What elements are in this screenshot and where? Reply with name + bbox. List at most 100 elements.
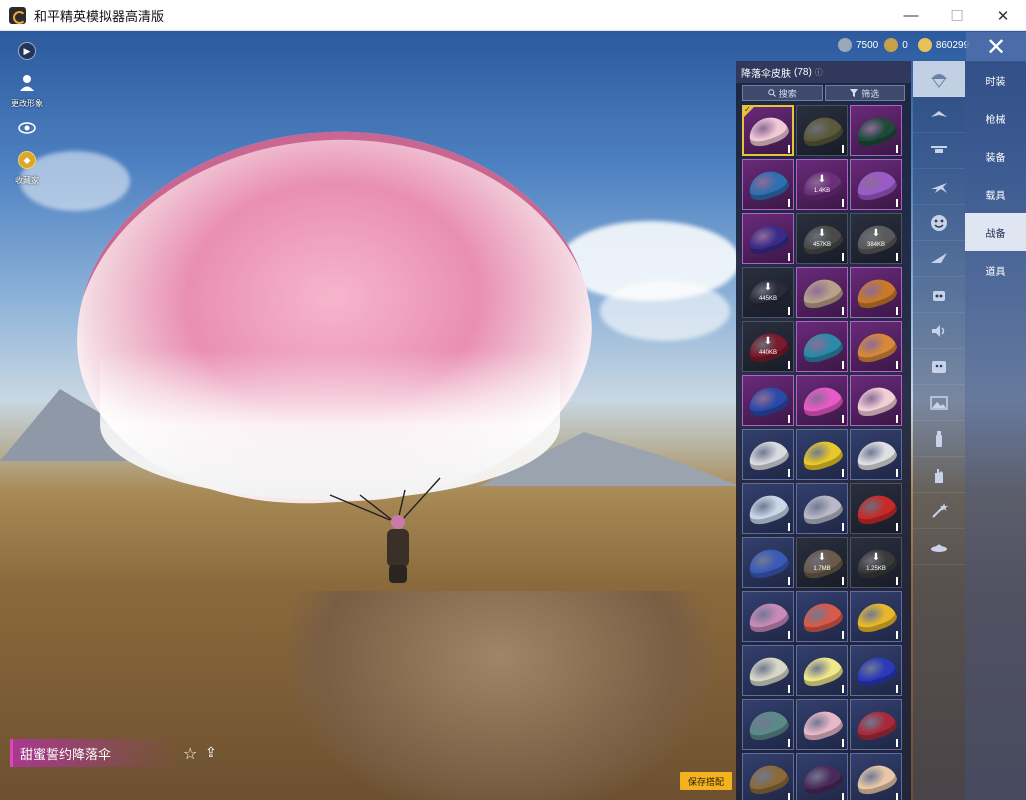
subcategory-button[interactable] (913, 421, 965, 457)
skin-tile[interactable] (742, 483, 794, 534)
category-tab[interactable]: 装备 (965, 137, 1026, 175)
owned-marker (788, 577, 790, 585)
skin-tile[interactable] (742, 753, 794, 800)
skin-tile[interactable]: ⬇ 457KB (796, 213, 848, 264)
download-icon: ⬇ (871, 228, 881, 239)
skin-tile[interactable] (850, 591, 902, 642)
skin-tile[interactable] (742, 591, 794, 642)
subcategory-button[interactable] (913, 493, 965, 529)
skin-tile[interactable] (742, 537, 794, 588)
parachute-thumbnail-icon (852, 759, 900, 798)
magic-icon (932, 502, 948, 518)
skin-panel: 降落伞皮肤 (78) ⓘ 搜索 筛选 ⬇ 1.4KB ⬇ 457KB ⬇ 384KB ⬇ 44… (736, 61, 911, 800)
play-icon: ▶ (18, 42, 36, 60)
category-tab[interactable]: 战备 (965, 213, 1026, 251)
parachute-thumbnail-icon (852, 165, 900, 204)
skin-tile[interactable] (742, 375, 794, 426)
skin-tile[interactable] (796, 321, 848, 372)
subcategory-button[interactable] (913, 205, 965, 241)
skin-tile[interactable]: ⬇ 384KB (850, 213, 902, 264)
skin-tile[interactable] (850, 105, 902, 156)
close-panel-button[interactable]: ✕ (966, 32, 1026, 62)
skin-tile[interactable] (742, 105, 794, 156)
skin-tile[interactable] (796, 375, 848, 426)
skin-tile[interactable] (796, 105, 848, 156)
skin-tile[interactable] (742, 429, 794, 480)
collection-label: 收藏家 (15, 176, 39, 185)
parachute-thumbnail-icon (744, 543, 792, 582)
app-window: 和平精英模拟器高清版 — ☐ ✕ ▶ 更改形象 ◆ 收藏家 7500 0 860… (0, 0, 1026, 800)
subcategory-button[interactable] (913, 457, 965, 493)
share-icon[interactable]: ⇪ (205, 744, 223, 762)
category-tab[interactable]: 枪械 (965, 99, 1026, 137)
skin-tile[interactable] (742, 159, 794, 210)
skin-tile[interactable]: ⬇ 1.25KB (850, 537, 902, 588)
subcategory-button[interactable] (913, 277, 965, 313)
skin-tile[interactable] (850, 159, 902, 210)
subcategory-button[interactable] (913, 385, 965, 421)
collection-button[interactable]: ◆ (14, 147, 40, 173)
download-size: 440KB (758, 350, 777, 356)
save-outfit-button[interactable]: 保存搭配 (680, 772, 732, 790)
category-tab[interactable]: 载具 (965, 175, 1026, 213)
subcategory-button[interactable] (913, 133, 965, 169)
skin-tile[interactable] (850, 429, 902, 480)
parachute-thumbnail-icon (798, 705, 846, 744)
skin-tile[interactable]: ⬇ 445KB (742, 267, 794, 318)
parachute-thumbnail-icon (852, 327, 900, 366)
skin-tile[interactable] (742, 213, 794, 264)
owned-marker (896, 199, 898, 207)
owned-marker (788, 739, 790, 747)
favorite-star-icon[interactable]: ☆ (183, 744, 201, 763)
skin-tile[interactable] (850, 375, 902, 426)
parachute-icon (931, 73, 947, 88)
skin-tile[interactable]: ⬇ 1.7MB (796, 537, 848, 588)
search-button[interactable]: 搜索 (742, 85, 823, 101)
skin-tile[interactable] (796, 429, 848, 480)
skin-tile[interactable] (850, 267, 902, 318)
skin-tile[interactable] (796, 699, 848, 750)
emote-icon (931, 214, 947, 231)
category-tab[interactable]: 时装 (965, 61, 1026, 99)
skin-tile[interactable] (850, 483, 902, 534)
subcategory-button[interactable] (913, 241, 965, 277)
owned-marker (788, 145, 790, 153)
skin-tile[interactable]: ⬇ 1.4KB (796, 159, 848, 210)
subcategory-button[interactable] (913, 529, 965, 565)
owned-marker (788, 685, 790, 693)
subcategory-button[interactable] (913, 313, 965, 349)
skin-tile[interactable] (796, 753, 848, 800)
character-legs (389, 565, 407, 583)
owned-marker (788, 361, 790, 369)
skin-tile[interactable] (850, 645, 902, 696)
subcategory-button[interactable] (913, 61, 965, 97)
subcategory-button[interactable] (913, 349, 965, 385)
skin-tile[interactable] (742, 645, 794, 696)
owned-marker (896, 523, 898, 531)
filter-label: 筛选 (861, 88, 880, 99)
skin-tile[interactable] (850, 321, 902, 372)
parachute-thumbnail-icon (744, 597, 792, 636)
subcategory-button[interactable] (913, 169, 965, 205)
category-tab[interactable]: 道具 (965, 251, 1026, 289)
skin-tile[interactable] (850, 699, 902, 750)
skin-tile[interactable] (796, 267, 848, 318)
subcategory-icon-column (913, 61, 965, 800)
play-button[interactable]: ▶ (14, 38, 40, 64)
filter-button[interactable]: 筛选 (824, 85, 905, 101)
skin-tile[interactable] (796, 483, 848, 534)
skin-tile[interactable] (796, 645, 848, 696)
skin-tile[interactable] (850, 753, 902, 800)
parachute-thumbnail-icon (798, 111, 846, 150)
skin-tile[interactable] (742, 699, 794, 750)
parachute-thumbnail-icon (852, 435, 900, 474)
skin-tile[interactable]: ⬇ 440KB (742, 321, 794, 372)
skin-tile[interactable] (796, 591, 848, 642)
parachute-thumbnail-icon (744, 165, 792, 204)
info-icon[interactable]: ⓘ (815, 67, 823, 78)
subcategory-button[interactable] (913, 97, 965, 133)
view-toggle-button[interactable] (14, 115, 40, 141)
change-appearance-button[interactable] (14, 70, 40, 96)
owned-marker (896, 631, 898, 639)
owned-marker (896, 307, 898, 315)
